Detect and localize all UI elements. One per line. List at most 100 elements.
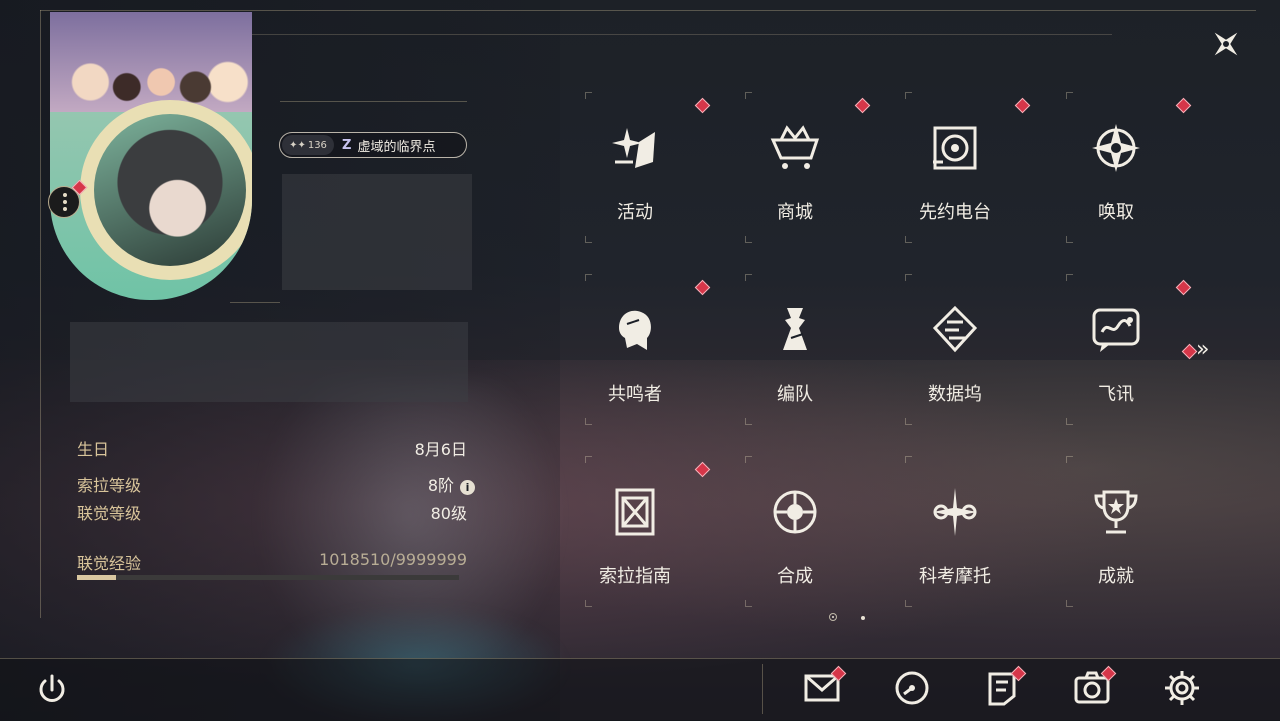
tile-corner xyxy=(585,92,592,99)
alert-badge xyxy=(694,97,711,114)
close-button[interactable] xyxy=(1206,24,1246,64)
tile-corner xyxy=(745,92,752,99)
alert-badge xyxy=(854,97,871,114)
badge-level: ✦✦ 136 xyxy=(282,135,334,155)
profile-banner xyxy=(50,12,252,112)
badge-divider xyxy=(280,101,467,102)
menu-tile-label: 共鸣者 xyxy=(608,384,662,405)
menu-tile-data-dock[interactable]: 数据坞 xyxy=(875,274,1035,425)
alert-badge xyxy=(694,279,711,296)
menu-tile-label: 合成 xyxy=(777,566,813,587)
motorbike-icon xyxy=(929,486,981,538)
menu-tile-motorbike[interactable]: 科考摩托 xyxy=(875,456,1035,607)
bottom-divider xyxy=(762,664,763,714)
compass-star-icon xyxy=(1090,122,1142,174)
sola-level-value: 8阶 xyxy=(427,476,454,495)
menu-tile-sparkle-event[interactable]: 活动 xyxy=(555,92,715,243)
camera-button[interactable] xyxy=(1072,665,1117,708)
tile-corner xyxy=(585,274,592,281)
tile-corner xyxy=(1066,274,1073,281)
page-indicator-1[interactable] xyxy=(829,613,837,621)
zone-icon: Z xyxy=(342,137,352,153)
menu-tile-trophy[interactable]: 成就 xyxy=(1036,456,1196,607)
chess-team-icon xyxy=(769,304,821,356)
power-icon xyxy=(39,674,65,702)
synthesis-icon xyxy=(769,486,821,538)
menu-tile-compass-star[interactable]: 唤取 xyxy=(1036,92,1196,243)
tile-corner xyxy=(1066,418,1073,425)
tile-corner xyxy=(745,600,752,607)
alert-badge xyxy=(1014,97,1031,114)
clock-icon xyxy=(895,671,929,705)
info-icon[interactable]: i xyxy=(460,480,475,495)
menu-tile-label: 科考摩托 xyxy=(919,566,991,587)
blurred-signature-box xyxy=(70,322,468,402)
menu-tile-label: 活动 xyxy=(617,202,653,223)
menu-tile-label: 索拉指南 xyxy=(599,566,671,587)
tile-corner xyxy=(585,600,592,607)
clock-button[interactable] xyxy=(892,668,932,708)
menu-tile-label: 编队 xyxy=(777,384,813,405)
sola-level-label: 索拉等级 xyxy=(77,476,142,495)
profile-menu-button[interactable] xyxy=(48,179,88,218)
alert-badge xyxy=(1175,279,1192,296)
double-chevron-right-icon: » xyxy=(1196,337,1210,362)
tile-corner xyxy=(905,274,912,281)
guide-book-icon xyxy=(609,486,661,538)
menu-tile-label: 唤取 xyxy=(1098,202,1134,223)
radio-record-icon xyxy=(929,122,981,174)
menu-tile-radio-record[interactable]: 先约电台 xyxy=(875,92,1035,243)
shop-cart-icon xyxy=(769,122,821,174)
title-badge[interactable]: ✦✦ 136 Z 虚域的临界点 xyxy=(279,132,467,158)
frame-top-line xyxy=(40,10,1256,11)
tile-corner xyxy=(585,456,592,463)
avatar[interactable] xyxy=(94,114,246,266)
menu-tile-chat-message[interactable]: 飞讯 xyxy=(1036,274,1196,425)
tile-corner xyxy=(905,236,912,243)
tile-corner xyxy=(905,92,912,99)
settings-gear-button[interactable] xyxy=(1162,668,1202,708)
union-level-label: 联觉等级 xyxy=(77,504,142,523)
settings-gear-icon xyxy=(1165,671,1199,705)
sparkle-icon: ✦✦ xyxy=(289,139,306,151)
menu-tile-shop-cart[interactable]: 商城 xyxy=(715,92,875,243)
close-icon xyxy=(1214,32,1238,56)
profile-card[interactable] xyxy=(50,12,252,300)
data-dock-icon xyxy=(929,304,981,356)
tile-corner xyxy=(905,456,912,463)
tile-corner xyxy=(1066,236,1073,243)
union-level-value: 80级 xyxy=(430,504,467,523)
birthday-value: 8月6日 xyxy=(414,440,467,459)
tile-corner xyxy=(585,418,592,425)
tile-corner xyxy=(745,456,752,463)
tile-corner xyxy=(1066,600,1073,607)
mail-button[interactable] xyxy=(802,665,847,708)
menu-tile-resonator-head[interactable]: 共鸣者 xyxy=(555,274,715,425)
next-page-button[interactable]: » xyxy=(1181,337,1220,362)
sparkle-event-icon xyxy=(609,122,661,174)
union-exp-value: 1018510/9999999 xyxy=(319,550,467,569)
resonator-head-icon xyxy=(609,304,661,356)
tile-corner xyxy=(1066,456,1073,463)
menu-tile-synthesis[interactable]: 合成 xyxy=(715,456,875,607)
menu-tile-label: 飞讯 xyxy=(1098,384,1134,405)
menu-tile-guide-book[interactable]: 索拉指南 xyxy=(555,456,715,607)
page-indicator-2[interactable] xyxy=(861,616,865,620)
power-button[interactable] xyxy=(32,670,72,710)
union-exp-label: 联觉经验 xyxy=(77,554,142,573)
notes-button[interactable] xyxy=(982,665,1027,708)
menu-tile-label: 先约电台 xyxy=(919,202,991,223)
tile-corner xyxy=(745,418,752,425)
birthday-label: 生日 xyxy=(77,440,110,459)
blurred-info-box xyxy=(282,174,472,290)
tile-corner xyxy=(745,274,752,281)
tile-corner xyxy=(585,236,592,243)
alert-badge xyxy=(694,461,711,478)
tile-corner xyxy=(905,418,912,425)
card-divider xyxy=(230,302,280,303)
sola-level-row: 8阶 i xyxy=(428,472,475,496)
exp-progress-bar xyxy=(77,575,459,580)
badge-title: 虚域的临界点 xyxy=(357,139,436,155)
menu-tile-chess-team[interactable]: 编队 xyxy=(715,274,875,425)
menu-tile-label: 成就 xyxy=(1098,566,1134,587)
